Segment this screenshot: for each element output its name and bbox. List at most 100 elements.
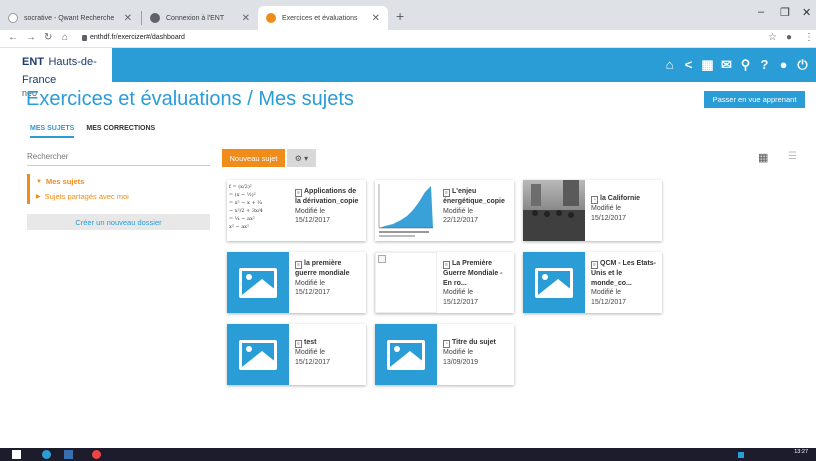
subject-card[interactable]: ◔ Titre du sujet Modifié le 13/09/2019 [375,324,514,385]
search-input[interactable] [27,148,210,166]
area-chart-image [375,180,437,241]
gear-dropdown-button[interactable]: ⚙ ▾ [287,149,316,167]
card-title: L'enjeu énergétique_copie [443,188,505,205]
image-placeholder-icon [523,252,585,313]
folder-label: Mes sujets [45,177,85,186]
minimize-button[interactable]: – [758,6,764,18]
back-icon[interactable]: ← [8,32,18,43]
home-icon[interactable]: ⌂ [662,56,677,73]
new-folder-button[interactable]: Créer un nouveau dossier [27,214,210,230]
tab-close-icon[interactable]: ✕ [372,13,380,24]
browser-tab[interactable]: socrative - Qwant Recherche ✕ [0,6,140,30]
ent-favicon-icon [266,13,276,23]
qwant-favicon-icon [8,13,18,23]
page-title: Exercices et évaluations / Mes sujets [26,88,354,110]
close-window-button[interactable]: ✕ [802,6,811,19]
card-date: 15/12/2017 [443,298,479,306]
tab-my-corrections[interactable]: MES CORRECTIONS [86,125,155,138]
card-date: 15/12/2017 [591,298,627,306]
learner-view-button[interactable]: Passer en vue apprenant [704,91,805,108]
url-field[interactable]: enthdf.fr/exercizer#/dashboard [90,34,185,41]
subject-card[interactable]: ≡ QCM - Les Etats-Unis et le monde_co... … [523,252,662,313]
card-modified-label: Modifié le [295,279,325,287]
card-modified-label: Modifié le [295,207,325,215]
tab-title: Exercices et évaluations [282,14,358,22]
logo-ent-text: ENT [22,56,44,68]
new-tab-button[interactable]: + [396,8,404,24]
user-icon[interactable]: ● [776,56,791,73]
new-subject-button[interactable]: Nouveau sujet [222,149,285,167]
card-date: 13/09/2019 [443,358,479,366]
card-date: 15/12/2017 [295,358,331,366]
photo-thumbnail [523,180,585,241]
menu-dots-icon[interactable]: ⋮ [804,32,814,43]
formula-thumbnail: f = (x/2)² = (x − ½)² = x² − x + ¼ − x²/… [227,180,289,241]
subtabs: MES SUJETS MES CORRECTIONS [30,125,155,138]
list-doc-icon: ≡ [295,261,302,269]
maximize-button[interactable]: ❐ [780,6,790,19]
folder-my-subjects[interactable]: ▼ Mes sujets [30,174,210,189]
list-doc-icon: ≡ [295,340,302,348]
subject-card[interactable]: ≡ la première guerre mondiale Modifié le … [227,252,366,313]
image-placeholder-icon [227,324,289,385]
logout-icon[interactable]: ⏻ [795,56,810,73]
card-title: La Première Guerre Mondiale - En ro... [443,260,503,287]
list-doc-icon: ≡ [443,261,450,269]
windows-taskbar: 13:27 [0,448,816,461]
subject-card[interactable]: ≡ test Modifié le 15/12/2017 [227,324,366,385]
tray-icon[interactable] [738,452,744,458]
help-icon[interactable]: ? [757,56,772,73]
tab-close-icon[interactable]: ✕ [242,13,250,24]
list-doc-icon: ≡ [591,261,598,269]
subject-card[interactable]: ◔ la Californie Modifié le 15/12/2017 [523,180,662,241]
card-title: la première guerre mondiale [295,260,350,277]
caret-down-icon: ▼ [36,178,42,185]
card-modified-label: Modifié le [443,349,473,356]
home-browser-icon[interactable]: ⌂ [62,32,68,43]
doc-icon: ◔ [591,196,598,204]
app-header: ENT Hauts-de-France neo ⌂ < ▦ ✉ ⚲ ? ● ⏻ [0,48,816,98]
card-title: test [304,339,317,346]
search-icon[interactable]: ⚲ [738,56,753,73]
chrome-icon[interactable] [92,450,101,459]
forward-icon[interactable]: → [26,32,36,43]
card-modified-label: Modifié le [591,205,621,212]
lock-icon [82,35,87,41]
mail-icon[interactable]: ✉ [719,56,734,73]
profile-icon[interactable]: ● [786,32,792,43]
edge-icon[interactable] [42,450,51,459]
ent-logo[interactable]: ENT Hauts-de-France neo [0,48,112,98]
card-date: 15/12/2017 [591,214,627,222]
address-bar-row: ← → ↻ ⌂ enthdf.fr/exercizer#/dashboard ☆… [0,30,816,48]
apps-icon[interactable]: ▦ [700,56,715,73]
card-modified-label: Modifié le [443,289,473,296]
tab-my-subjects[interactable]: MES SUJETS [30,125,75,138]
image-placeholder-icon [375,324,437,385]
subject-card[interactable]: ≡ L'enjeu énergétique_copie Modifié le 22… [375,180,514,241]
grid-view-icon[interactable]: ▦ [758,151,768,164]
card-date: 15/12/2017 [295,289,331,296]
browser-tab[interactable]: Connexion à l'ENT ✕ [142,6,258,30]
share-icon[interactable]: < [681,56,696,73]
tab-close-icon[interactable]: ✕ [124,13,132,24]
folder-shared-subjects[interactable]: ▶ Sujets partagés avec moi [30,189,210,204]
tab-title: Connexion à l'ENT [166,14,225,22]
explorer-icon[interactable] [64,450,73,459]
card-date: 15/12/2017 [295,217,331,224]
star-icon[interactable]: ☆ [768,32,777,43]
doc-icon: ◔ [443,340,450,348]
windows-start-icon[interactable] [12,450,21,459]
crowd-photo-image [523,180,585,241]
reload-icon[interactable]: ↻ [44,32,52,43]
caret-right-icon: ▶ [36,194,41,200]
subject-card[interactable]: ≡ La Première Guerre Mondiale - En ro... … [375,252,514,313]
header-icons: ⌂ < ▦ ✉ ⚲ ? ● ⏻ [662,56,810,73]
browser-tab-active[interactable]: Exercices et évaluations ✕ [258,6,388,30]
broken-image-thumbnail [375,252,437,313]
list-view-icon[interactable]: ☰ [788,151,797,162]
card-modified-label: Modifié le [443,207,473,215]
card-title: Applications de la dérivation_copie [295,188,359,205]
folder-tree: ▼ Mes sujets ▶ Sujets partagés avec moi [27,174,210,204]
subject-card[interactable]: f = (x/2)² = (x − ½)² = x² − x + ¼ − x²/… [227,180,366,241]
list-doc-icon: ≡ [295,189,302,197]
